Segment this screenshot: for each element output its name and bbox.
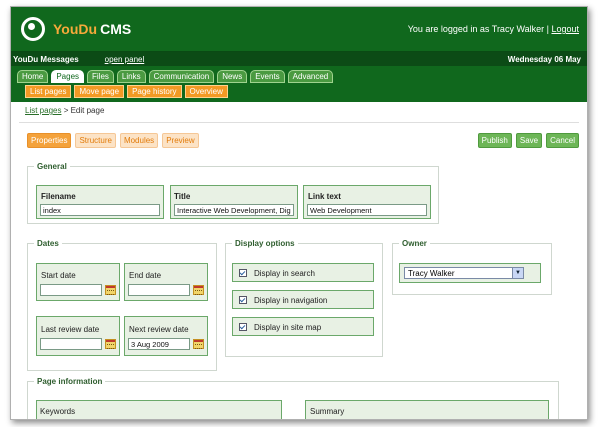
action-row: Properties Structure Modules Preview Pub… bbox=[11, 125, 587, 149]
dates-legend: Dates bbox=[37, 239, 59, 248]
tab-communication[interactable]: Communication bbox=[148, 70, 215, 83]
tab-structure[interactable]: Structure bbox=[75, 132, 116, 148]
owner-legend: Owner bbox=[402, 239, 427, 248]
tab-links[interactable]: Links bbox=[116, 70, 146, 83]
breadcrumb: List pages > Edit page bbox=[11, 102, 587, 120]
breadcrumb-current: > Edit page bbox=[63, 106, 105, 115]
next-review-input[interactable]: 3 Aug 2009 bbox=[128, 338, 190, 350]
last-review-label: Last review date bbox=[41, 325, 100, 334]
login-text: You are logged in as Tracy Walker | bbox=[407, 24, 549, 34]
save-button[interactable]: Save bbox=[515, 132, 543, 148]
display-sitemap-label: Display in site map bbox=[254, 323, 322, 332]
chevron-down-icon[interactable]: ▼ bbox=[512, 268, 523, 278]
login-status: You are logged in as Tracy Walker | Logo… bbox=[408, 24, 579, 34]
logo-cms-text: CMS bbox=[100, 21, 132, 37]
header-bar: YouDu CMS You are logged in as Tracy Wal… bbox=[11, 7, 587, 52]
open-panel-link[interactable]: open panel bbox=[105, 55, 145, 64]
logo-icon bbox=[21, 17, 45, 41]
subtab-overview[interactable]: Overview bbox=[184, 85, 228, 98]
general-legend: General bbox=[37, 162, 67, 171]
filename-label: Filename bbox=[41, 192, 76, 201]
display-navigation-checkbox[interactable] bbox=[239, 296, 247, 304]
logo: YouDu CMS bbox=[21, 17, 131, 41]
last-review-box bbox=[36, 316, 120, 356]
tab-events[interactable]: Events bbox=[250, 70, 285, 83]
display-options-legend: Display options bbox=[235, 239, 295, 248]
subtab-move-page[interactable]: Move page bbox=[74, 85, 125, 98]
link-text-label: Link text bbox=[308, 192, 341, 201]
display-search-checkbox[interactable] bbox=[239, 269, 247, 277]
main-nav: Home Pages Files Links Communication New… bbox=[11, 66, 587, 102]
messages-bar: YouDu Messages open panel Wednesday 06 M… bbox=[11, 52, 587, 66]
next-review-label: Next review date bbox=[129, 325, 189, 334]
logout-link[interactable]: Logout bbox=[551, 24, 579, 34]
title-label: Title bbox=[174, 192, 191, 201]
current-date: Wednesday 06 May bbox=[507, 54, 581, 64]
logo-you-text: YouDu bbox=[53, 21, 98, 37]
breadcrumb-list-pages-link[interactable]: List pages bbox=[25, 106, 61, 115]
display-navigation-label: Display in navigation bbox=[254, 296, 328, 305]
owner-selected-value: Tracy Walker bbox=[408, 269, 455, 278]
next-review-box bbox=[124, 316, 208, 356]
tab-news[interactable]: News bbox=[217, 70, 248, 83]
owner-select[interactable]: Tracy Walker ▼ bbox=[404, 267, 524, 279]
publish-button[interactable]: Publish bbox=[477, 132, 512, 148]
subtab-list-pages[interactable]: List pages bbox=[25, 85, 72, 98]
start-date-input[interactable] bbox=[40, 284, 102, 296]
filename-input[interactable]: index bbox=[40, 204, 160, 216]
end-date-input[interactable] bbox=[128, 284, 190, 296]
display-search-label: Display in search bbox=[254, 269, 315, 278]
page-information-legend: Page information bbox=[37, 377, 103, 386]
tab-preview[interactable]: Preview bbox=[162, 132, 199, 148]
subtab-page-history[interactable]: Page history bbox=[127, 85, 182, 98]
tab-files[interactable]: Files bbox=[87, 70, 114, 83]
start-date-label: Start date bbox=[41, 271, 76, 280]
calendar-icon[interactable] bbox=[105, 285, 116, 295]
tab-modules[interactable]: Modules bbox=[119, 132, 159, 148]
last-review-input[interactable] bbox=[40, 338, 102, 350]
app-window: YouDu CMS You are logged in as Tracy Wal… bbox=[10, 6, 588, 420]
calendar-icon[interactable] bbox=[193, 339, 204, 349]
display-sitemap-checkbox[interactable] bbox=[239, 323, 247, 331]
tab-advanced[interactable]: Advanced bbox=[287, 70, 334, 83]
tab-pages[interactable]: Pages bbox=[51, 70, 85, 83]
tab-properties[interactable]: Properties bbox=[27, 132, 72, 148]
calendar-icon[interactable] bbox=[105, 339, 116, 349]
divider bbox=[19, 122, 579, 123]
calendar-icon[interactable] bbox=[193, 285, 204, 295]
cancel-button[interactable]: Cancel bbox=[546, 132, 579, 148]
link-text-input[interactable]: Web Development bbox=[307, 204, 427, 216]
title-input[interactable]: Interactive Web Development, Dig bbox=[174, 204, 294, 216]
summary-label: Summary bbox=[310, 407, 345, 416]
tab-home[interactable]: Home bbox=[17, 70, 49, 83]
keywords-label: Keywords bbox=[40, 407, 76, 416]
end-date-label: End date bbox=[129, 271, 162, 280]
messages-label: YouDu Messages bbox=[13, 54, 79, 64]
